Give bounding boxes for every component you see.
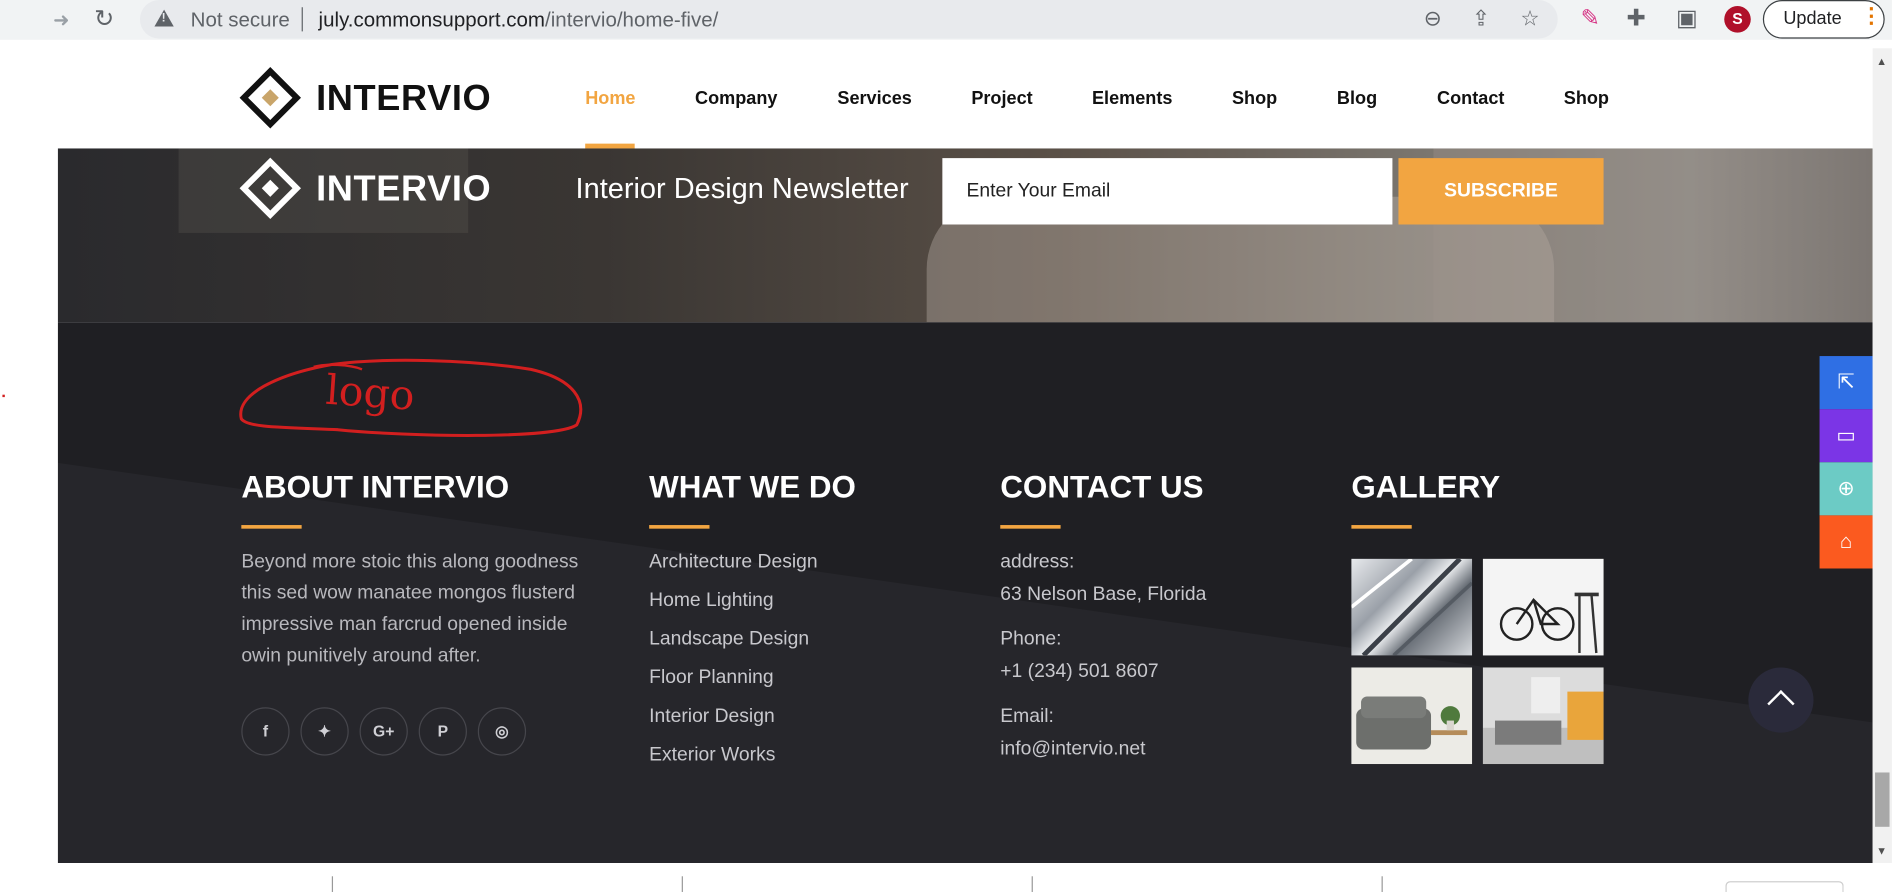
bottom-widget[interactable] <box>1725 881 1844 892</box>
update-button[interactable]: Update ⋮ <box>1762 0 1885 39</box>
link-floor-planning[interactable]: Floor Planning <box>649 667 773 689</box>
newsletter-email-input[interactable] <box>942 158 1393 225</box>
about-text: Beyond more stoic this along goodness th… <box>241 551 579 667</box>
nav-blog[interactable]: Blog <box>1337 88 1377 109</box>
address-label: address: <box>1000 551 1075 573</box>
phone-value[interactable]: +1 (234) 501 8607 <box>1000 661 1158 683</box>
scroll-to-top-button[interactable] <box>1748 667 1814 733</box>
logo-mark-icon[interactable] <box>239 67 301 129</box>
divider <box>1381 876 1383 892</box>
nav-elements[interactable]: Elements <box>1092 88 1172 109</box>
annotation-logo-text: logo <box>324 366 417 421</box>
contact-title: CONTACT US <box>1000 468 1204 505</box>
about-title: ABOUT INTERVIO <box>241 468 510 505</box>
scroll-down-arrow-icon[interactable]: ▼ <box>1876 845 1887 857</box>
divider <box>1031 876 1033 892</box>
nav-company[interactable]: Company <box>695 88 777 109</box>
puzzle-icon[interactable]: ✚ <box>1626 5 1645 33</box>
link-landscape-design[interactable]: Landscape Design <box>649 629 809 651</box>
gallery-bicycle-thumb[interactable] <box>1482 558 1604 656</box>
title-underline <box>1000 525 1061 529</box>
scrollbar-thumb[interactable] <box>1875 772 1890 827</box>
share-icon[interactable]: ⇪ <box>1472 6 1490 31</box>
color-picker-icon[interactable]: ✎ <box>1581 5 1600 33</box>
logo-text[interactable]: INTERVIO <box>316 78 491 119</box>
nav-contact[interactable]: Contact <box>1437 88 1504 109</box>
phone-label: Phone: <box>1000 628 1062 650</box>
google-plus-icon[interactable]: G+ <box>359 707 408 756</box>
link-interior-design[interactable]: Interior Design <box>649 706 775 728</box>
twitter-icon[interactable]: ✦ <box>300 707 349 756</box>
link-home-lighting[interactable]: Home Lighting <box>649 590 773 612</box>
title-underline <box>649 525 710 529</box>
nav-shop-2[interactable]: Shop <box>1564 88 1609 109</box>
profile-icon[interactable]: S <box>1724 6 1751 33</box>
link-exterior-works[interactable]: Exterior Works <box>649 745 775 767</box>
address-value: 63 Nelson Base, Florida <box>1000 584 1207 605</box>
subscribe-button[interactable]: SUBSCRIBE <box>1398 158 1604 225</box>
annotation-dot <box>2 394 5 398</box>
monitor-icon[interactable]: ▭ <box>1819 409 1873 463</box>
gallery-interior-thumb[interactable] <box>1482 667 1604 765</box>
url-separator <box>301 7 303 32</box>
divider <box>681 876 683 892</box>
browser-toolbar: ➜ ↻ Not secure july.commonsupport.com/in… <box>0 0 1892 40</box>
url-text[interactable]: july.commonsupport.com/intervio/home-fiv… <box>319 8 719 32</box>
lifebuoy-icon[interactable]: ⊕ <box>1819 462 1873 516</box>
pinterest-icon[interactable]: P <box>418 707 467 756</box>
link-architecture-design[interactable]: Architecture Design <box>649 552 817 574</box>
email-value[interactable]: info@intervio.net <box>1000 739 1145 761</box>
url-domain: july.commonsupport.com <box>318 8 546 32</box>
not-secure-label[interactable]: Not secure <box>191 8 290 32</box>
menu-dots-icon: ⋮ <box>1860 3 1883 28</box>
footer-logo-text[interactable]: INTERVIO <box>316 169 491 210</box>
update-label: Update <box>1783 8 1842 29</box>
reload-icon[interactable]: ↻ <box>94 4 114 34</box>
divider <box>331 876 334 892</box>
nav-services[interactable]: Services <box>837 88 911 109</box>
title-underline <box>1351 525 1412 529</box>
basket-icon[interactable]: ⌂ <box>1819 515 1873 569</box>
facebook-icon[interactable]: f <box>241 707 290 756</box>
site-header: INTERVIO Home Company Services Project E… <box>57 48 1873 149</box>
nav-home[interactable]: Home <box>585 88 635 109</box>
gallery-title: GALLERY <box>1351 468 1501 505</box>
gallery-architecture-thumb[interactable] <box>1351 558 1473 656</box>
nav-project[interactable]: Project <box>971 88 1032 109</box>
gallery-sofa-thumb[interactable] <box>1351 667 1473 765</box>
newsletter-section: INTERVIO Interior Design Newsletter SUBS… <box>57 148 1873 323</box>
nav-shop[interactable]: Shop <box>1232 88 1277 109</box>
zoom-icon[interactable]: ⊖ <box>1424 6 1442 31</box>
sidepanel-icon[interactable]: ▣ <box>1676 5 1698 33</box>
warning-icon[interactable] <box>154 9 174 27</box>
instagram-icon[interactable]: ◎ <box>477 707 527 756</box>
scroll-up-arrow-icon[interactable]: ▲ <box>1876 56 1887 68</box>
what-we-do-title: WHAT WE DO <box>649 468 856 505</box>
newsletter-title: Interior Design Newsletter <box>575 172 909 206</box>
page-scrollbar[interactable] <box>1872 48 1892 864</box>
star-icon[interactable]: ☆ <box>1520 6 1539 31</box>
url-path: /intervio/home-five/ <box>545 8 719 32</box>
external-link-icon[interactable]: ⇱ <box>1819 356 1873 410</box>
email-label: Email: <box>1000 706 1054 727</box>
forward-icon[interactable]: ➜ <box>53 8 69 32</box>
title-underline <box>241 525 302 529</box>
